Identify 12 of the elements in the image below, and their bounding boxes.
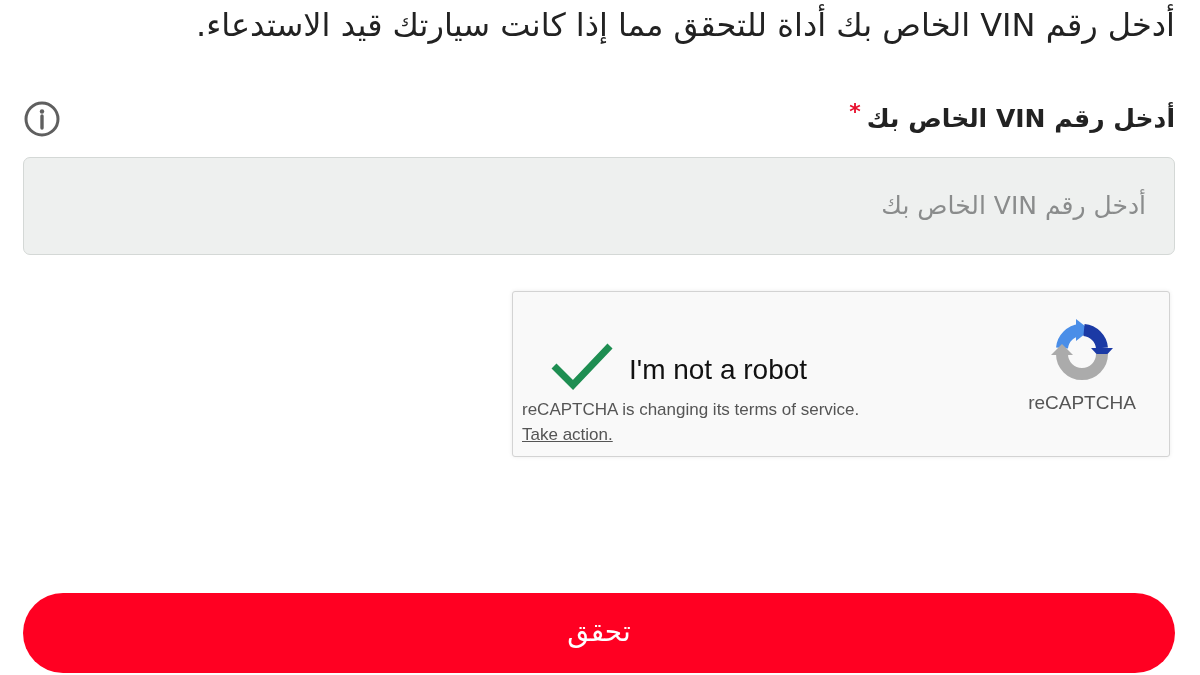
checkmark-icon[interactable] <box>551 342 613 390</box>
vin-input[interactable]: أدخل رقم VIN الخاص بك <box>23 157 1175 255</box>
captcha-notice: reCAPTCHA is changing its terms of service. <box>522 399 860 421</box>
circular-arrows-icon <box>1049 317 1115 383</box>
recaptcha-brand: reCAPTCHA <box>1028 392 1136 414</box>
captcha-label: I'm not a robot <box>629 354 808 386</box>
required-mark: * <box>849 99 861 125</box>
info-icon[interactable] <box>24 101 60 137</box>
field-label: أدخل رقم VIN الخاص بك <box>866 101 1175 135</box>
intro-text: أدخل رقم VIN الخاص بك أداة للتحقق مما إذا كانت سيارتك قيد الاستدعاء. <box>196 3 1175 46</box>
take-action-link[interactable]: Take action. <box>522 424 613 446</box>
submit-button[interactable]: تحقق <box>23 593 1175 673</box>
